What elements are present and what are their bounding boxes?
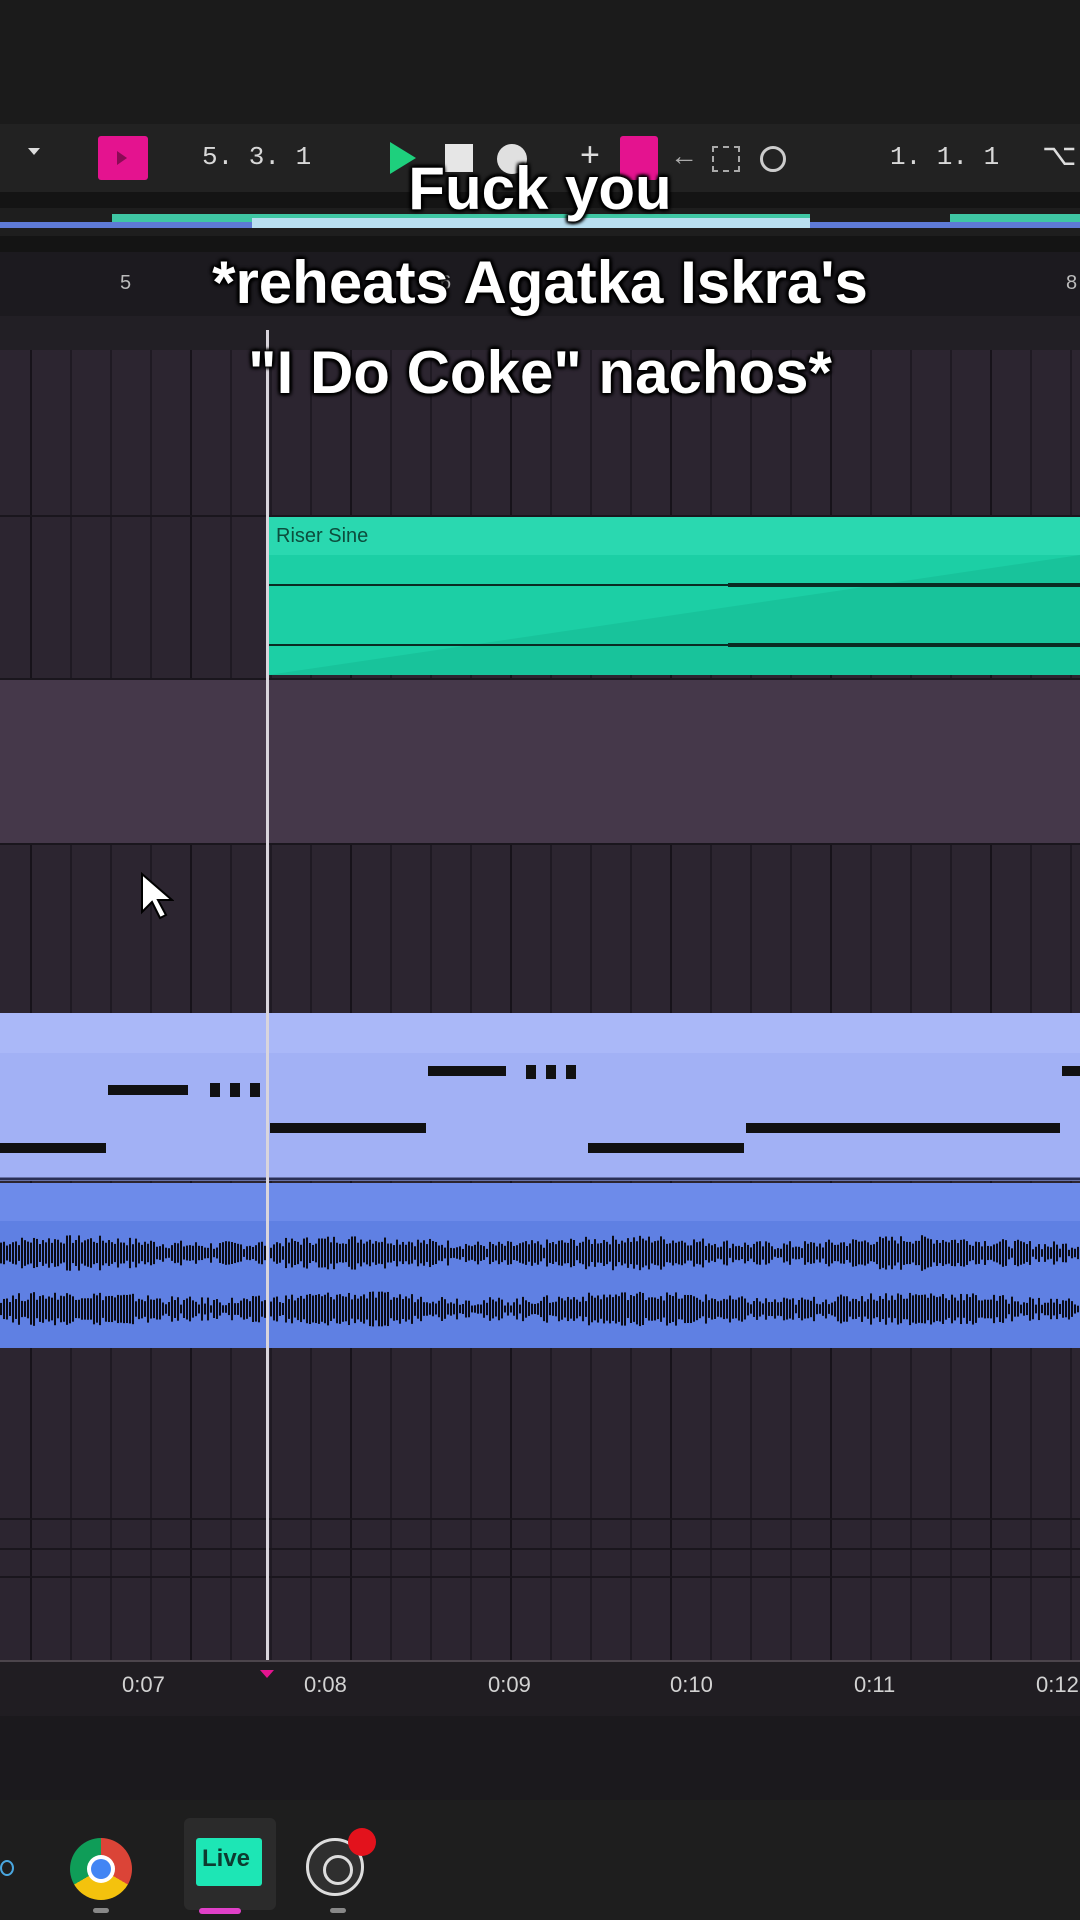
time-label: 0:08 bbox=[304, 1672, 347, 1697]
status-bar bbox=[0, 1716, 1080, 1800]
obs-running-indicator bbox=[330, 1908, 346, 1913]
chrome-icon[interactable] bbox=[70, 1838, 132, 1900]
track-separator bbox=[0, 1548, 1080, 1550]
empty-track-lane[interactable] bbox=[0, 680, 1080, 843]
taskbar: Live bbox=[0, 1800, 1080, 1920]
playhead[interactable] bbox=[266, 330, 269, 1660]
live-active-indicator bbox=[199, 1908, 241, 1914]
midi-clip[interactable] bbox=[0, 1013, 1080, 1181]
riser-waveform bbox=[268, 555, 1080, 675]
caption-line: *reheats Agatka Iskra's bbox=[212, 249, 868, 316]
audio-clip[interactable] bbox=[0, 1183, 1080, 1348]
time-label: 0:10 bbox=[670, 1672, 713, 1697]
track-separator bbox=[0, 843, 1080, 845]
caption-line: "I Do Coke" nachos* bbox=[248, 339, 832, 406]
track-separator bbox=[0, 1518, 1080, 1520]
midi-notes bbox=[0, 1065, 1080, 1181]
clip-name: Riser Sine bbox=[268, 517, 1080, 555]
arrangement-view[interactable]: Riser Sine bbox=[0, 350, 1080, 1660]
clip-header bbox=[0, 1183, 1080, 1221]
mouse-cursor bbox=[140, 871, 175, 925]
caption-line: Fuck you bbox=[408, 155, 672, 222]
time-ruler[interactable]: 0:07 0:08 0:09 0:10 0:11 0:12 bbox=[0, 1660, 1080, 1718]
time-label: 0:11 bbox=[854, 1672, 896, 1697]
time-label: 0:09 bbox=[488, 1672, 531, 1697]
taskbar-edge-icon[interactable] bbox=[0, 1860, 14, 1876]
time-label: 0:07 bbox=[122, 1672, 165, 1697]
riser-clip[interactable]: Riser Sine bbox=[268, 517, 1080, 675]
ableton-live-icon[interactable]: Live bbox=[184, 1818, 276, 1910]
track-separator bbox=[0, 1576, 1080, 1578]
time-label: 0:12 bbox=[1036, 1672, 1079, 1697]
audio-waveform bbox=[0, 1235, 1079, 1327]
obs-recording-badge bbox=[348, 1828, 376, 1856]
ableton-live-label: Live bbox=[202, 1845, 251, 1872]
chrome-running-indicator bbox=[93, 1908, 109, 1913]
top-blank-bar bbox=[0, 0, 1080, 124]
playhead-marker bbox=[260, 1670, 274, 1678]
